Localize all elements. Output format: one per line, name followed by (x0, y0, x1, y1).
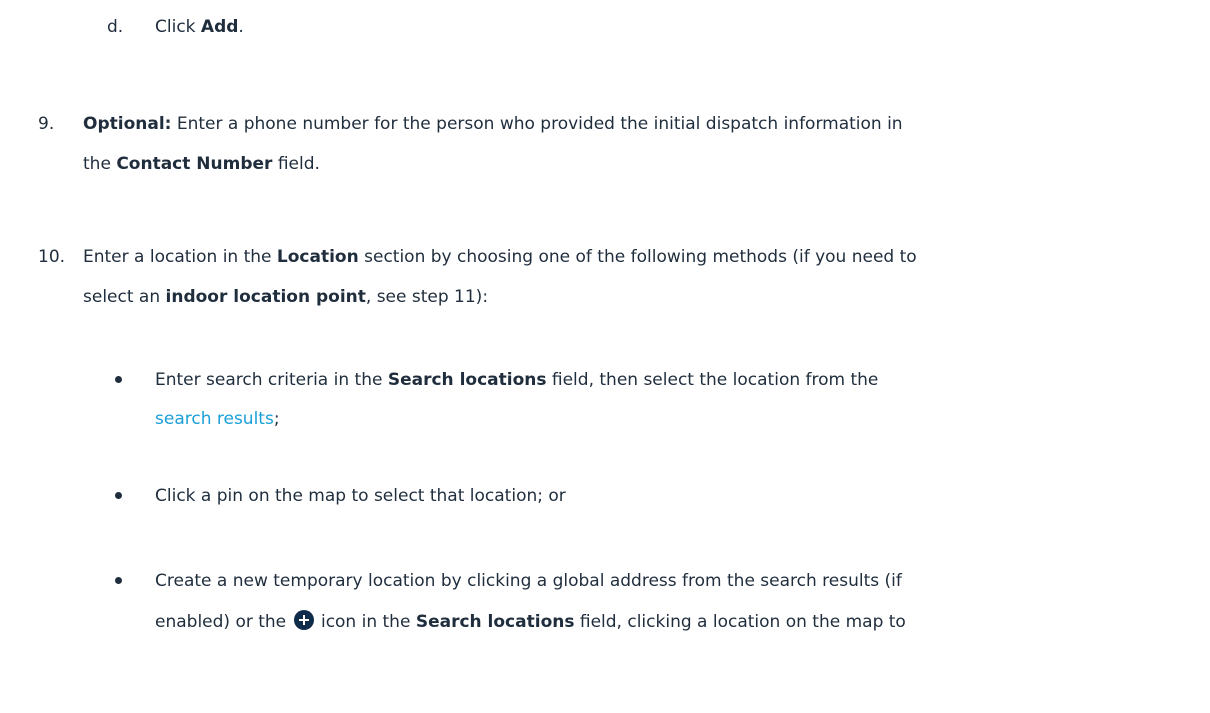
bullet-3-line-1: Create a new temporary location by click… (155, 570, 902, 592)
step-10-line-1-text-1: Enter a location in the (83, 247, 277, 267)
bullet-3-text-2: enabled) or the (155, 612, 292, 632)
bullet-1-line-1: Enter search criteria in the Search loca… (155, 369, 878, 391)
indoor-location-point-label: indoor location point (165, 287, 366, 307)
location-label: Location (276, 247, 359, 267)
step-10-marker: 10. (38, 247, 66, 267)
bullet-3-text-4: field, clicking a location on the map to (574, 612, 906, 632)
search-locations-label: Search locations (387, 370, 547, 390)
step-d-text: Click Add. (155, 16, 244, 38)
step-10-line-2-text-1: select an (83, 287, 166, 307)
step-9-marker: 9. (38, 114, 55, 134)
bullet-2-text-1: Click a pin on the map to select that lo… (155, 486, 566, 506)
step-10-line-1-text-2: section by choosing one of the following… (358, 247, 917, 267)
step-9-line-2-text-2: field. (272, 154, 320, 174)
step-9-line-2: the Contact Number field. (83, 153, 320, 175)
bullet-1-text-1: Enter search criteria in the (155, 370, 388, 390)
bullet-3-text-3: icon in the (315, 612, 416, 632)
step-10-line-2-text-2: , see step 11): (365, 287, 489, 307)
step-d-text-1: Click (155, 17, 201, 37)
bullet-1-line-2: search results; (155, 408, 280, 430)
bullet-3-text-1: Create a new temporary location by click… (155, 571, 902, 591)
bullet-1-text-2: field, then select the location from the (546, 370, 879, 390)
step-10-line-1: Enter a location in the Location section… (83, 246, 917, 268)
step-10-line-2: select an indoor location point, see ste… (83, 286, 488, 308)
step-9-line-1-text: Enter a phone number for the person who … (171, 114, 903, 134)
bullet-icon (115, 376, 122, 383)
step-d-text-2: . (238, 17, 244, 37)
bullet-1-text-3: ; (273, 409, 280, 429)
step-9-line-1: Optional: Enter a phone number for the p… (83, 113, 903, 135)
bullet-3-line-2: enabled) or the icon in the Search locat… (155, 610, 906, 633)
step-d-marker: d. (107, 17, 124, 37)
search-results-link[interactable]: search results (155, 409, 274, 429)
bullet-icon (115, 492, 122, 499)
contact-number-label: Contact Number (116, 154, 273, 174)
optional-label: Optional: (83, 114, 172, 134)
bullet-2-line-1: Click a pin on the map to select that lo… (155, 485, 566, 507)
add-label: Add (200, 17, 239, 37)
bullet-icon (115, 577, 122, 584)
plus-circle-icon (293, 610, 314, 630)
search-locations-label: Search locations (415, 612, 575, 632)
step-9-line-2-text-1: the (83, 154, 117, 174)
